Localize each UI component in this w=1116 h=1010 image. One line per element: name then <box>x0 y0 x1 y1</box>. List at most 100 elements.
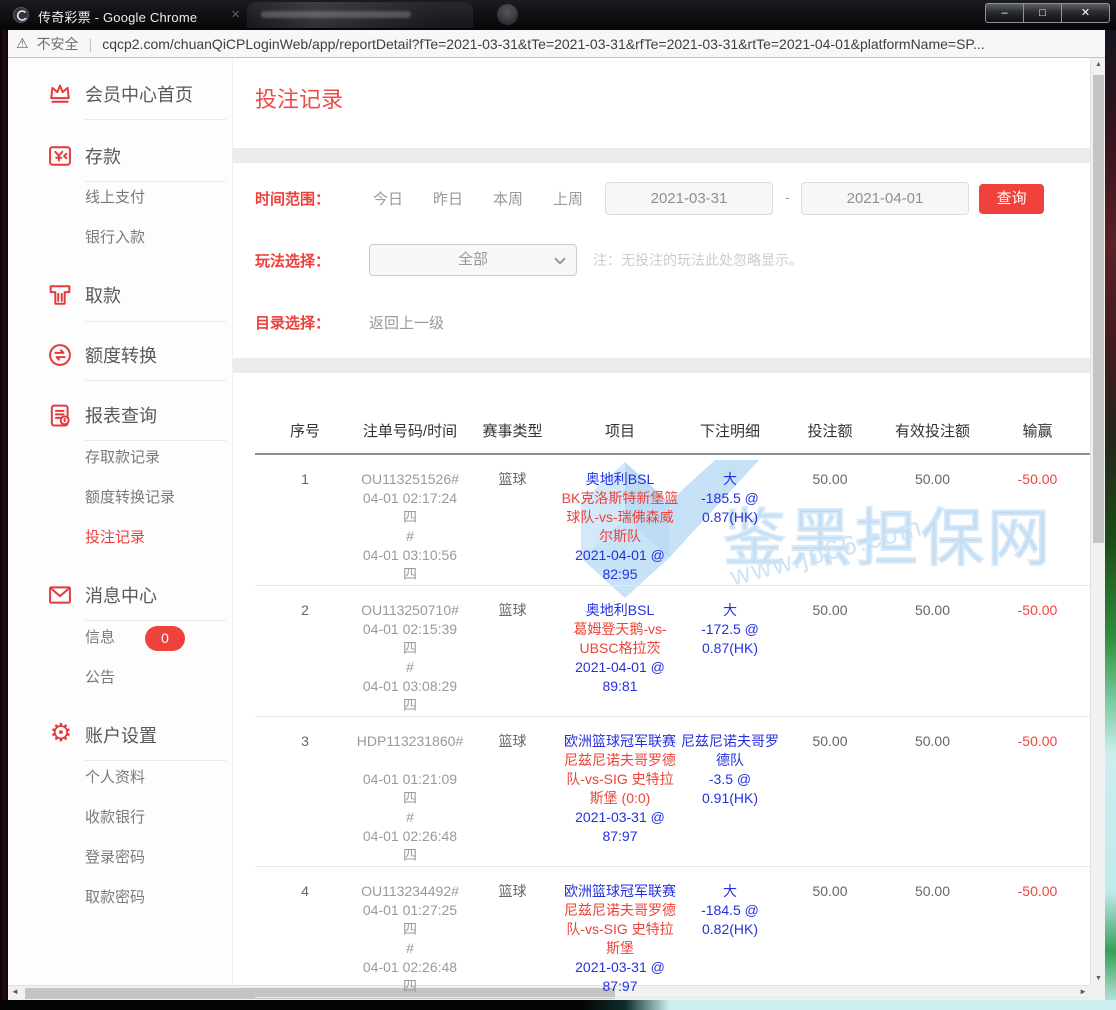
cell-valid-amount: 50.00 <box>880 454 985 586</box>
sidebar-item-account-settings[interactable]: 账户设置 <box>85 721 157 751</box>
sidebar-item-withdraw[interactable]: 取款 <box>85 281 121 311</box>
cell-bet-amount: 50.00 <box>780 998 880 1001</box>
sidebar-item-credit-transfer[interactable]: 额度转换 <box>85 341 157 371</box>
sidebar-item-profile[interactable]: 个人资料 <box>85 767 145 789</box>
back-up-level-link[interactable]: 返回上一级 <box>369 312 444 333</box>
cell-index: 5 <box>255 998 355 1001</box>
scroll-left-icon[interactable]: ◄ <box>11 987 19 996</box>
cell-win-loss: -50.00 <box>985 867 1090 998</box>
sidebar-item-transfer-records[interactable]: 额度转换记录 <box>85 487 175 509</box>
page-url[interactable]: cqcp2.com/chuanQiCPLoginWeb/app/reportDe… <box>102 36 984 52</box>
background-button-artifact <box>497 4 518 25</box>
bet-records-table: 序号 注单号码/时间 赛事类型 项目 下注明细 投注额 有效投注额 输赢 1 <box>233 406 1090 1000</box>
cell-detail: 大-172.5 @ 0.87(HK) <box>680 586 780 717</box>
cell-sport: 篮球 <box>465 717 560 867</box>
main-panel: 投注记录 时间范围： 今日 昨日 本周 上周 2021-03-31 - 2021… <box>233 58 1090 1000</box>
sidebar-item-messages[interactable]: 信息 <box>85 627 115 649</box>
sidebar-item-bank-deposit[interactable]: 银行入款 <box>85 227 145 249</box>
window-titlebar: 传奇彩票 - Google Chrome ✕ – □ ✕ <box>0 0 1116 30</box>
section-separator <box>233 148 1090 163</box>
maximize-button[interactable]: □ <box>1023 3 1062 23</box>
minimize-button[interactable]: – <box>985 3 1024 23</box>
sidebar-item-announcements[interactable]: 公告 <box>85 667 115 689</box>
cell-valid-amount: 50.00 <box>880 867 985 998</box>
play-select-dropdown[interactable]: 全部 <box>369 244 577 276</box>
message-icon <box>46 581 76 611</box>
background-window-artifact: ✕ <box>231 8 240 21</box>
date-to-input[interactable]: 2021-04-01 <box>801 182 969 215</box>
scroll-up-icon[interactable]: ▲ <box>1091 61 1105 68</box>
cell-index: 2 <box>255 586 355 717</box>
gear-icon: ⚙ <box>46 719 76 749</box>
cell-detail: 大-185.5 @ 0.87(HK) <box>680 454 780 586</box>
quick-range-today[interactable]: 今日 <box>373 188 403 209</box>
cell-order: HDP113231860# 04-01 01:21:09 四 #04-01 02… <box>355 717 465 867</box>
cell-valid-amount: 50.00 <box>880 717 985 867</box>
header-item: 项目 <box>560 406 680 454</box>
cell-bet-amount: 50.00 <box>780 867 880 998</box>
table-row: 3 HDP113231860# 04-01 01:21:09 四 #04-01 … <box>255 717 1090 867</box>
window-border-right <box>1105 30 1116 1010</box>
play-select-value: 全部 <box>458 251 488 268</box>
sidebar-item-online-payment[interactable]: 线上支付 <box>85 187 145 209</box>
header-bet-detail: 下注明细 <box>680 406 780 454</box>
cell-valid-amount: 50.00 <box>880 586 985 717</box>
sidebar-item-withdraw-password[interactable]: 取款密码 <box>85 887 145 909</box>
address-bar[interactable]: ⚠ 不安全 | cqcp2.com/chuanQiCPLoginWeb/app/… <box>0 30 1116 58</box>
sidebar-item-login-password[interactable]: 登录密码 <box>85 847 145 869</box>
quick-range-last-week[interactable]: 上周 <box>553 188 583 209</box>
table-header-row: 序号 注单号码/时间 赛事类型 项目 下注明细 投注额 有效投注额 输赢 <box>255 406 1090 454</box>
security-label: 不安全 <box>37 34 79 54</box>
header-win-loss: 输赢 <box>985 406 1090 454</box>
sidebar-item-receiving-bank[interactable]: 收款银行 <box>85 807 145 829</box>
divider <box>85 440 226 441</box>
close-button[interactable]: ✕ <box>1061 3 1110 23</box>
date-from-input[interactable]: 2021-03-31 <box>605 182 773 215</box>
divider <box>85 181 226 182</box>
sidebar-item-member-home[interactable]: 会员中心首页 <box>85 80 193 110</box>
cell-win-loss: 42.50 <box>985 998 1090 1001</box>
table-row: 2 OU113250710#04-01 02:15:39 四 #04-01 03… <box>255 586 1090 717</box>
sidebar-item-deposit-withdraw-records[interactable]: 存取款记录 <box>85 447 160 469</box>
transfer-icon <box>46 341 76 371</box>
cell-sport: 篮球 <box>465 998 560 1001</box>
cell-win-loss: -50.00 <box>985 454 1090 586</box>
url-separator: | <box>89 36 93 52</box>
sidebar-item-deposit[interactable]: 存款 <box>85 142 121 172</box>
date-range-separator: - <box>785 189 790 205</box>
divider <box>85 119 226 120</box>
header-index: 序号 <box>255 406 355 454</box>
scroll-down-icon[interactable]: ▼ <box>1091 975 1105 982</box>
sidebar-item-message-center[interactable]: 消息中心 <box>85 581 157 611</box>
sidebar-item-bet-records[interactable]: 投注记录 <box>85 527 145 549</box>
table-row: 1 OU113251526#04-01 02:17:24 四 #04-01 03… <box>255 454 1090 586</box>
quick-range-yesterday[interactable]: 昨日 <box>433 188 463 209</box>
window-border-left <box>0 30 8 1010</box>
table-row: 4 OU113234492#04-01 01:27:25 四 #04-01 02… <box>255 867 1090 998</box>
quick-range-this-week[interactable]: 本周 <box>493 188 523 209</box>
window-border-bottom <box>0 1000 1116 1010</box>
divider <box>85 321 226 322</box>
window-title: 传奇彩票 - Google Chrome <box>38 7 197 26</box>
cell-order: OU113251526#04-01 02:17:24 四 #04-01 03:1… <box>355 454 465 586</box>
vertical-scrollbar-thumb[interactable] <box>1093 75 1104 543</box>
cell-order: OU113250710#04-01 02:15:39 四 #04-01 03:0… <box>355 586 465 717</box>
message-count-badge: 0 <box>145 626 185 651</box>
vertical-scrollbar[interactable]: ▲ ▼ <box>1090 58 1105 985</box>
cell-bet-amount: 50.00 <box>780 586 880 717</box>
cell-detail: 大-184.5 @ 0.82(HK) <box>680 867 780 998</box>
sidebar: 会员中心首页 存款 线上支付 银行入款 取款 额度转换 报表查询 <box>8 58 233 1000</box>
cell-detail: 大129.5 @ <box>680 998 780 1001</box>
sidebar-item-report-query[interactable]: 报表查询 <box>85 401 157 431</box>
cell-item: 奥地利BSL BK克洛斯特新堡篮球队-vs-瑞佛森威尔斯队 2021-04-01… <box>560 454 680 586</box>
cell-item: 欧洲篮球冠军联赛 尼兹尼诺夫哥罗德队-vs-SIG 史特拉斯堡 (0:0) 20… <box>560 717 680 867</box>
cell-item: 奥地利BSL 葛姆登天鹅-vs-UBSC格拉茨 2021-04-01 @ 89:… <box>560 586 680 717</box>
play-select-label: 玩法选择： <box>255 250 330 271</box>
divider <box>85 760 226 761</box>
query-button[interactable]: 查询 <box>979 184 1044 214</box>
cell-index: 3 <box>255 717 355 867</box>
cell-valid-amount: 50.00 <box>880 998 985 1001</box>
background-tab-artifact <box>247 2 473 28</box>
divider <box>85 380 226 381</box>
cell-sport: 篮球 <box>465 586 560 717</box>
